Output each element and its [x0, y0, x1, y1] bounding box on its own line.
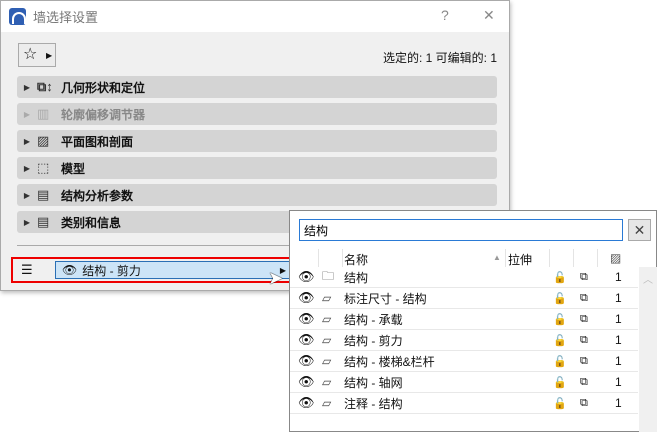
- structural-analysis-icon: ▤: [37, 187, 50, 202]
- row-name: 结构 - 轴网: [344, 375, 403, 390]
- section-label: 轮廓偏移调节器: [61, 107, 146, 122]
- app-logo-icon: [9, 8, 26, 25]
- unlock-icon[interactable]: 🔓: [553, 271, 567, 284]
- unlock-icon[interactable]: 🔓: [553, 334, 567, 347]
- table-row[interactable]: 👁 ▱ 注释 - 结构 🔓 ⧉ 1: [290, 393, 638, 414]
- section-label: 模型: [61, 161, 86, 176]
- unlock-icon[interactable]: 🔓: [553, 376, 567, 389]
- layers-icon: ☰: [21, 262, 33, 277]
- table-row[interactable]: 👁 ▱ 结构 - 楼梯&栏杆 🔓 ⧉ 1: [290, 351, 638, 372]
- table-row[interactable]: 👁 ▱ 结构 - 承载 🔓 ⧉ 1: [290, 309, 638, 330]
- table-row[interactable]: 👁 🗀 结构 🔓 ⧉ 1: [290, 267, 638, 288]
- row-name: 结构 - 楼梯&栏杆: [344, 354, 435, 369]
- info-icon: ▤: [37, 214, 50, 229]
- row-number: 1: [615, 270, 622, 284]
- triangle-right-icon: ▶: [46, 51, 53, 60]
- wireframe-icon[interactable]: ⧉: [580, 334, 588, 347]
- eye-icon[interactable]: 👁: [298, 311, 315, 327]
- row-number: 1: [615, 396, 622, 410]
- wireframe-icon[interactable]: ⧉: [580, 313, 588, 326]
- eye-icon[interactable]: 👁: [298, 374, 315, 390]
- column-name[interactable]: 名称: [344, 251, 368, 268]
- scrollbar[interactable]: ︿: [639, 267, 657, 432]
- section-3[interactable]: ▶ ⬚ 模型: [17, 157, 497, 179]
- wireframe-icon[interactable]: ⧉: [580, 292, 588, 305]
- section-label: 类别和信息: [61, 215, 122, 230]
- title-bar: 墙选择设置: [1, 1, 509, 32]
- eye-icon: 👁: [62, 263, 78, 277]
- section-1: ▶ ▥ 轮廓偏移调节器: [17, 103, 497, 125]
- eye-icon[interactable]: 👁: [298, 332, 315, 348]
- mouse-cursor-icon: ➤: [268, 268, 284, 288]
- row-name: 标注尺寸 - 结构: [344, 291, 427, 306]
- triangle-right-icon: ▶: [23, 217, 31, 227]
- eye-icon[interactable]: 👁: [298, 353, 315, 369]
- section-0[interactable]: ▶ ⧉↕ 几何形状和定位: [17, 76, 497, 98]
- row-number: 1: [615, 291, 622, 305]
- row-number: 1: [615, 375, 622, 389]
- layer-icon: ▱: [322, 354, 332, 368]
- row-number: 1: [615, 333, 622, 347]
- layer-icon: ▱: [322, 375, 332, 389]
- row-name: 注释 - 结构: [344, 396, 403, 411]
- section-label: 几何形状和定位: [61, 80, 146, 95]
- sort-ascending-icon: ▲: [493, 253, 501, 262]
- unlock-icon[interactable]: 🔓: [553, 313, 567, 326]
- scroll-up-icon: ︿: [643, 275, 653, 286]
- model-icon: ⬚: [37, 160, 50, 175]
- layer-popup: ✕ 名称 ▲ 拉伸 ▨ ︿ 👁 🗀 结构 🔓 ⧉ 1 👁 ▱ 标注尺寸 - 结构 🔓 ⧉ 1 👁 ▱ 结构 …: [289, 210, 657, 432]
- wireframe-icon[interactable]: ⧉: [580, 271, 588, 284]
- row-number: 1: [615, 354, 622, 368]
- unlock-icon[interactable]: 🔓: [553, 355, 567, 368]
- layer-icon: ▱: [322, 291, 332, 305]
- layer-dropdown[interactable]: 👁 结构 - 剪力 ▶: [55, 261, 291, 279]
- triangle-right-icon: ▶: [23, 136, 31, 146]
- profile-icon: ▥: [37, 106, 50, 121]
- floorplan-icon: ▨: [37, 133, 50, 148]
- triangle-right-icon: ▶: [23, 163, 31, 173]
- triangle-right-icon: ▶: [23, 190, 31, 200]
- eye-icon[interactable]: 👁: [298, 395, 315, 411]
- row-name: 结构: [344, 270, 369, 285]
- row-name: 结构 - 承载: [344, 312, 403, 327]
- unlock-icon[interactable]: 🔓: [553, 292, 567, 305]
- wireframe-icon[interactable]: ⧉: [580, 397, 588, 410]
- triangle-right-icon: ▶: [23, 109, 31, 119]
- folder-icon: 🗀: [322, 268, 335, 283]
- wireframe-icon[interactable]: ⧉: [580, 355, 588, 368]
- eye-icon[interactable]: 👁: [298, 290, 315, 306]
- help-button[interactable]: ?: [441, 7, 449, 23]
- dialog-title: 墙选择设置: [33, 10, 99, 25]
- layer-selector-highlight: ☰ 👁 结构 - 剪力 ▶: [11, 257, 293, 283]
- table-row[interactable]: 👁 ▱ 结构 - 剪力 🔓 ⧉ 1: [290, 330, 638, 351]
- row-name: 结构 - 剪力: [344, 333, 403, 348]
- section-4[interactable]: ▶ ▤ 结构分析参数: [17, 184, 497, 206]
- layer-icon: ▱: [322, 396, 332, 410]
- row-number: 1: [615, 312, 622, 326]
- search-input[interactable]: [299, 219, 623, 241]
- unlock-icon[interactable]: 🔓: [553, 397, 567, 410]
- column-extend[interactable]: 拉伸: [508, 251, 532, 268]
- layer-icon: ▱: [322, 312, 332, 326]
- hatch-column-icon[interactable]: ▨: [610, 251, 621, 265]
- eye-icon[interactable]: 👁: [298, 269, 315, 285]
- table-row[interactable]: 👁 ▱ 结构 - 轴网 🔓 ⧉ 1: [290, 372, 638, 393]
- table-header: 名称 ▲ 拉伸 ▨: [290, 249, 640, 267]
- section-2[interactable]: ▶ ▨ 平面图和剖面: [17, 130, 497, 152]
- close-button[interactable]: ✕: [483, 7, 495, 24]
- table-row[interactable]: 👁 ▱ 标注尺寸 - 结构 🔓 ⧉ 1: [290, 288, 638, 309]
- clear-search-button[interactable]: ✕: [628, 219, 651, 241]
- favorites-button[interactable]: ☆ ▶: [18, 43, 56, 67]
- geometry-icon: ⧉↕: [37, 79, 53, 94]
- selection-info: 选定的: 1 可编辑的: 1: [382, 51, 497, 65]
- section-label: 平面图和剖面: [61, 134, 134, 149]
- star-icon: ☆: [23, 46, 38, 63]
- wireframe-icon[interactable]: ⧉: [580, 376, 588, 389]
- layer-value: 结构 - 剪力: [82, 263, 141, 278]
- section-label: 结构分析参数: [61, 188, 134, 203]
- layer-icon: ▱: [322, 333, 332, 347]
- triangle-right-icon: ▶: [23, 82, 31, 92]
